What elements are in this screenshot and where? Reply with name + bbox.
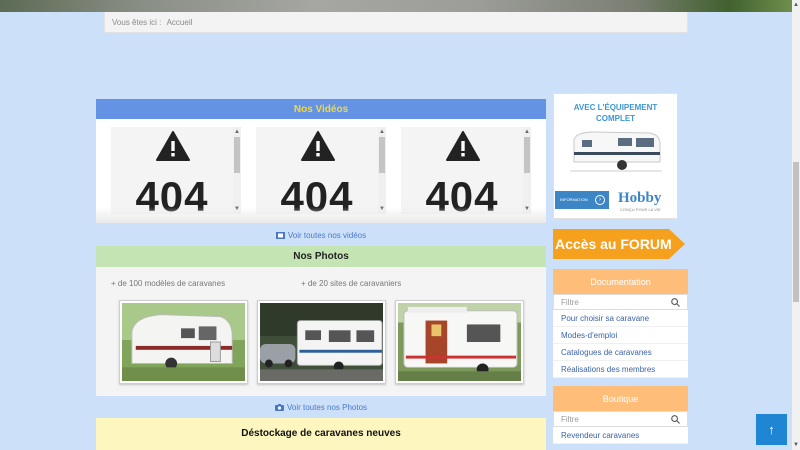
photo-thumbnail[interactable]	[119, 300, 248, 384]
breadcrumb-home-link[interactable]: Accueil	[167, 18, 193, 27]
scroll-down-icon[interactable]: ▼	[792, 442, 800, 448]
videos-panel: 404 ▲▼ 404 ▲▼ 404 ▲▼	[96, 119, 546, 223]
documentation-filter-placeholder: Filtre	[561, 298, 579, 307]
camera-icon	[274, 404, 284, 411]
see-all-videos-label: Voir toutes nos vidéos	[287, 231, 367, 240]
forum-access-label: Accès au FORUM	[555, 236, 672, 252]
hero-image-strip	[0, 0, 792, 12]
caravan-photo	[260, 303, 383, 381]
photos-caption-sites: + de 20 sites de caravaniers	[301, 279, 402, 288]
film-icon	[275, 232, 285, 239]
ad-title-line2: COMPLET	[595, 114, 636, 123]
boutique-filter-placeholder: Filtre	[561, 415, 579, 424]
boutique-filter-input[interactable]: Filtre	[553, 411, 688, 427]
documentation-item[interactable]: Catalogues de caravanes	[553, 344, 688, 361]
arrow-up-icon: ↑	[768, 422, 775, 437]
scrollbar-thumb[interactable]	[793, 162, 799, 302]
boutique-panel-title: Boutique	[553, 386, 688, 412]
ad-title: AVEC L'ÉQUIPEMENT COMPLET	[554, 102, 677, 124]
see-all-videos-link[interactable]: Voir toutes nos vidéos	[96, 231, 546, 240]
warning-icon	[156, 131, 190, 161]
arrow-right-icon: ›	[595, 195, 605, 205]
warning-icon	[301, 131, 335, 161]
documentation-panel-title: Documentation	[553, 269, 688, 295]
scroll-up-icon[interactable]: ▲	[792, 2, 800, 8]
search-icon	[671, 298, 680, 307]
see-all-photos-link[interactable]: Voir toutes nos Photos	[96, 403, 546, 412]
see-all-photos-label: Voir toutes nos Photos	[286, 403, 368, 412]
documentation-list: Pour choisir sa caravane Modes-d'emploi …	[553, 310, 688, 378]
documentation-item[interactable]: Modes-d'emploi	[553, 327, 688, 344]
breadcrumb-prefix: Vous êtes ici :	[112, 18, 162, 27]
photo-thumbnail[interactable]	[395, 300, 524, 384]
hobby-logo: Hobby	[618, 190, 662, 206]
ad-information-label: INFORMATION	[560, 197, 588, 202]
ad-information-button[interactable]: INFORMATION ›	[555, 191, 609, 209]
caravan-photo	[398, 303, 521, 381]
video-scrollbar[interactable]: ▲▼	[378, 127, 386, 214]
video-embed[interactable]: 404 ▲▼	[401, 127, 531, 214]
documentation-item[interactable]: Réalisations des membres	[553, 361, 688, 378]
hobby-tagline: CONÇU POUR LA VIE	[620, 207, 661, 212]
video-embed[interactable]: 404 ▲▼	[256, 127, 386, 214]
caravan-photo	[122, 303, 245, 381]
documentation-filter-input[interactable]: Filtre	[553, 294, 688, 310]
boutique-list: Revendeur caravanes	[553, 427, 688, 444]
ad-title-line1: AVEC L'ÉQUIPEMENT	[573, 103, 658, 112]
boutique-item[interactable]: Revendeur caravanes	[553, 427, 688, 444]
forum-access-banner[interactable]: Accès au FORUM	[553, 229, 685, 259]
photos-section-title: Nos Photos	[96, 246, 546, 267]
caravan-illustration	[570, 131, 662, 172]
videos-fade	[96, 207, 546, 223]
documentation-item[interactable]: Pour choisir sa caravane	[553, 310, 688, 327]
video-scrollbar[interactable]: ▲▼	[233, 127, 241, 214]
photos-caption-models: + de 100 modèles de caravanes	[111, 279, 226, 288]
hobby-advertisement[interactable]: AVEC L'ÉQUIPEMENT COMPLET INFORMATION › …	[553, 93, 678, 219]
video-scrollbar[interactable]: ▲▼	[523, 127, 531, 214]
warning-icon	[446, 131, 480, 161]
page-scrollbar[interactable]: ▲ ▼	[792, 0, 800, 450]
back-to-top-button[interactable]: ↑	[756, 414, 787, 445]
video-embed[interactable]: 404 ▲▼	[111, 127, 241, 214]
videos-section-title: Nos Vidéos	[96, 99, 546, 119]
search-icon	[671, 415, 680, 424]
photos-panel: + de 100 modèles de caravanes + de 20 si…	[96, 267, 546, 396]
destock-section-title: Déstockage de caravanes neuves	[96, 418, 546, 450]
breadcrumb: Vous êtes ici : Accueil	[104, 12, 688, 33]
photo-thumbnail[interactable]	[257, 300, 386, 384]
